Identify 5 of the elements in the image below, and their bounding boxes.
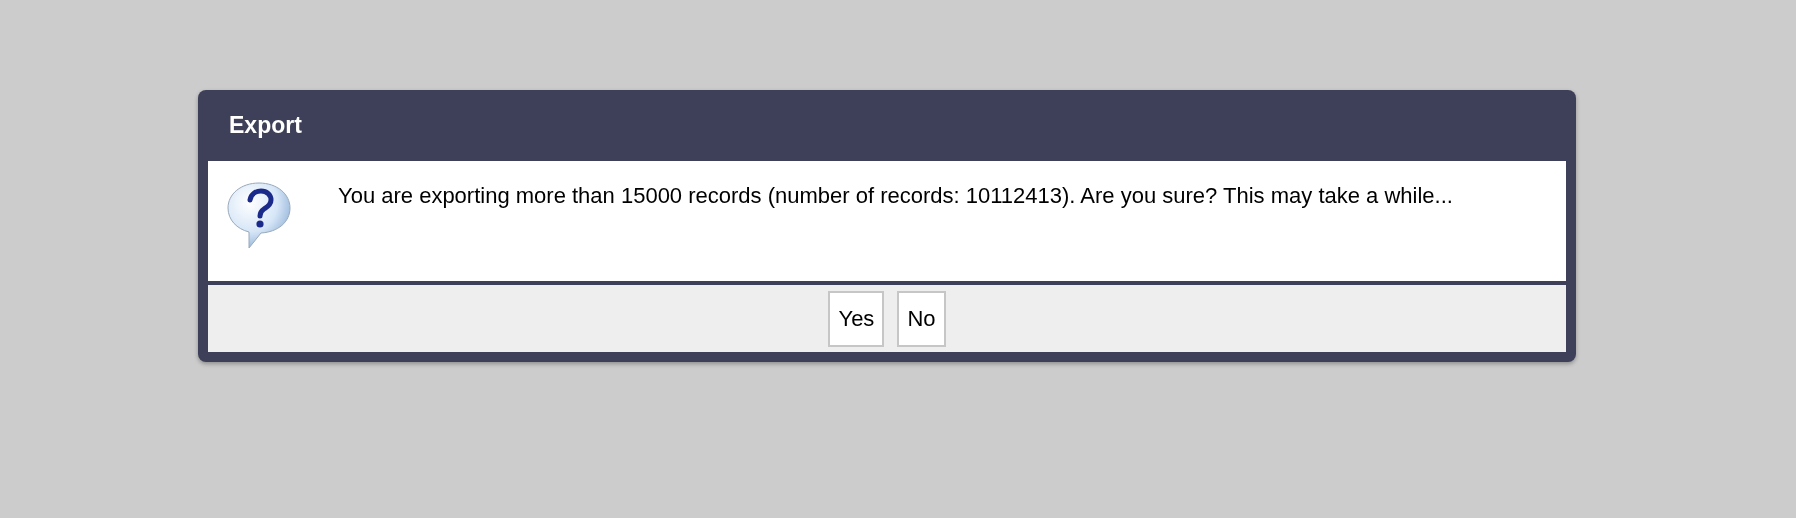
dialog-button[interactable]: No [897,290,946,347]
dialog-title: Export [229,111,302,141]
dialog-button[interactable]: Yes [828,290,885,347]
dialog-message: You are exporting more than 15000 records (number of records: 10112413). Are you sure? This may take a while... [338,182,1453,210]
question-bubble-icon [226,181,292,249]
